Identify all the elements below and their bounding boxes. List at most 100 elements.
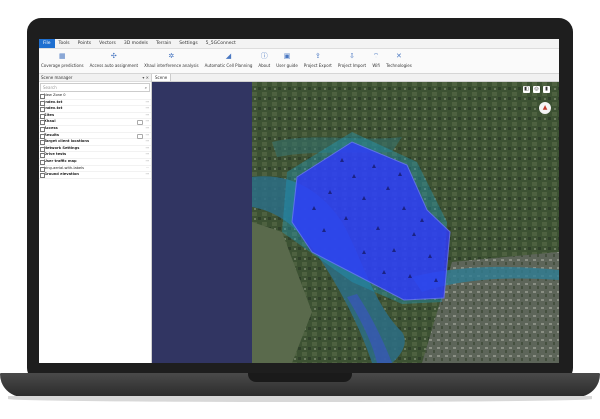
tree-item[interactable]: Ground elevation ⋯ [39,172,151,179]
checkbox[interactable] [40,146,45,152]
tree-item[interactable]: User traffic map ⋯ [39,159,151,166]
layer-toggle-icon[interactable]: ◧ [523,86,530,93]
checkbox[interactable] [40,113,45,119]
tree-item[interactable]: New Zone 0 [39,93,151,100]
search-placeholder: Search [43,85,57,90]
project-export-button[interactable]: ⇪ Project Export [304,49,332,68]
laptop-notch [248,373,352,382]
technologies-button[interactable]: ✕ Technologies [386,49,412,68]
ribbon-label: Access auto assignment [89,63,139,68]
visibility-icon[interactable] [137,120,143,126]
more-icon[interactable]: ⋯ [146,146,150,152]
scene-tab-bar: Scene [152,74,559,82]
tree-item-label: New Zone 0 [44,93,66,97]
tree-item-label: Target client locations [44,139,90,144]
ribbon-label: Automatic Cell Planning [204,63,253,68]
tree-item-label: Network Settings [44,145,80,150]
checkbox[interactable] [40,166,45,172]
tree-item-label: Access [44,125,58,130]
more-icon[interactable]: ⋯ [146,139,150,145]
menu-5gconnect[interactable]: 5_5GConnect [202,39,240,48]
checkbox[interactable] [40,140,45,146]
scene-manager-panel: Scene manager ▾ ✕ Search ⌕ New Zone 0 In… [39,74,152,363]
tree-item[interactable]: Drive tests ⋯ [39,152,151,159]
empty-view-panel [152,82,252,363]
aerial-map-canvas[interactable] [252,82,559,363]
menu-terrain[interactable]: Terrain [152,39,175,48]
checkbox[interactable] [40,133,45,139]
ribbon-label: Wifi [372,63,380,68]
tree-item[interactable]: Access ⋯ [39,126,151,133]
more-icon[interactable]: ⋯ [146,100,150,106]
globe-icon[interactable]: ◎ [533,86,540,93]
checkbox[interactable] [40,126,45,132]
coverage-predictions-button[interactable]: ▦ Coverage predictions [41,49,84,68]
tree-item[interactable]: Network Settings ⋯ [39,146,151,153]
tree-item-label: Results [44,132,59,137]
access-auto-assignment-button[interactable]: ✣ Access auto assignment [90,49,139,68]
xhaul-interference-button[interactable]: ✲ Xhaul interference analysis [144,49,199,68]
tree-item[interactable]: Index.txt ⋯ [39,106,151,113]
tree-item[interactable]: Index.txt ⋯ [39,100,151,107]
project-import-button[interactable]: ⇩ Project Import [338,49,366,68]
menu-points[interactable]: Points [74,39,96,48]
more-icon[interactable]: ⋯ [146,159,150,165]
checkbox[interactable] [40,107,45,113]
ribbon-toolbar: ▦ Coverage predictions ✣ Access auto assig… [39,49,559,74]
more-icon[interactable]: ⋯ [146,113,150,119]
menu-3d-models[interactable]: 3D models [120,39,152,48]
menu-settings[interactable]: Settings [175,39,201,48]
tree-item-label: bing-aerial-with-labels [44,165,85,170]
checkbox[interactable] [40,120,45,126]
ribbon-label: Project Export [303,63,332,68]
tree-item-label: Index.txt [44,106,63,111]
cell-planning-icon: ◢ [225,52,232,60]
checkbox[interactable] [40,173,45,179]
laptop-shadow [8,396,592,402]
more-icon[interactable]: ⋯ [146,106,150,112]
menu-bar: File Tools Points Vectors 3D models Terr… [39,39,559,49]
tree-item[interactable]: Target client locations ⋯ [39,139,151,146]
scene-tree: New Zone 0 Index.txt ⋯ Index.txt ⋯ Sites ⋯ … [39,93,151,179]
technologies-icon: ✕ [396,52,402,60]
ribbon-label: Technologies [386,63,412,68]
more-icon[interactable]: ⋯ [146,166,150,172]
wifi-icon: ⌔ [372,52,380,60]
tree-item-label: Drive tests [44,152,67,157]
scene-manager-header: Scene manager ▾ ✕ [39,74,151,82]
automatic-cell-planning-button[interactable]: ◢ Automatic Cell Planning [205,49,253,68]
checkbox[interactable] [40,153,45,159]
more-icon[interactable]: ⋯ [146,133,150,139]
guide-icon: ▣ [283,52,291,60]
menu-tools[interactable]: Tools [55,39,74,48]
more-icon[interactable]: ⋯ [146,152,150,158]
menu-vectors[interactable]: Vectors [95,39,120,48]
settings-icon[interactable]: ▮ [543,86,550,93]
panel-pin-close-icon[interactable]: ▾ ✕ [142,74,149,81]
info-icon: ⓘ [260,52,268,60]
about-button[interactable]: ⓘ About [258,49,270,68]
search-input[interactable]: Search ⌕ [40,83,150,92]
more-icon[interactable]: ⋯ [146,119,150,125]
tree-item[interactable]: bing-aerial-with-labels ⋯ [39,166,151,173]
user-guide-button[interactable]: ▣ User guide [276,49,298,68]
visibility-icon[interactable] [137,133,143,139]
more-icon[interactable]: ⋯ [146,172,150,178]
compass-icon[interactable]: ▲ [539,102,551,114]
menu-file[interactable]: File [39,39,55,48]
tree-item[interactable]: Sites ⋯ [39,113,151,120]
interference-icon: ✲ [168,52,175,60]
wifi-button[interactable]: ⌔ Wifi [372,49,380,68]
tree-item[interactable]: Results ⋯ [39,133,151,140]
map-view[interactable]: ◧ ◎ ▮ ▲ [252,82,559,363]
coverage-icon: ▦ [58,52,66,60]
tab-scene[interactable]: Scene [152,74,172,81]
tree-item[interactable]: Xhaul ⋯ [39,119,151,126]
checkbox[interactable] [40,159,45,165]
more-icon[interactable]: ⋯ [146,126,150,132]
checkbox[interactable] [40,100,45,106]
ribbon-label: Project Import [337,63,367,68]
search-icon[interactable]: ⌕ [145,84,147,91]
scene-manager-title: Scene manager [41,75,73,80]
checkbox[interactable] [40,94,45,99]
